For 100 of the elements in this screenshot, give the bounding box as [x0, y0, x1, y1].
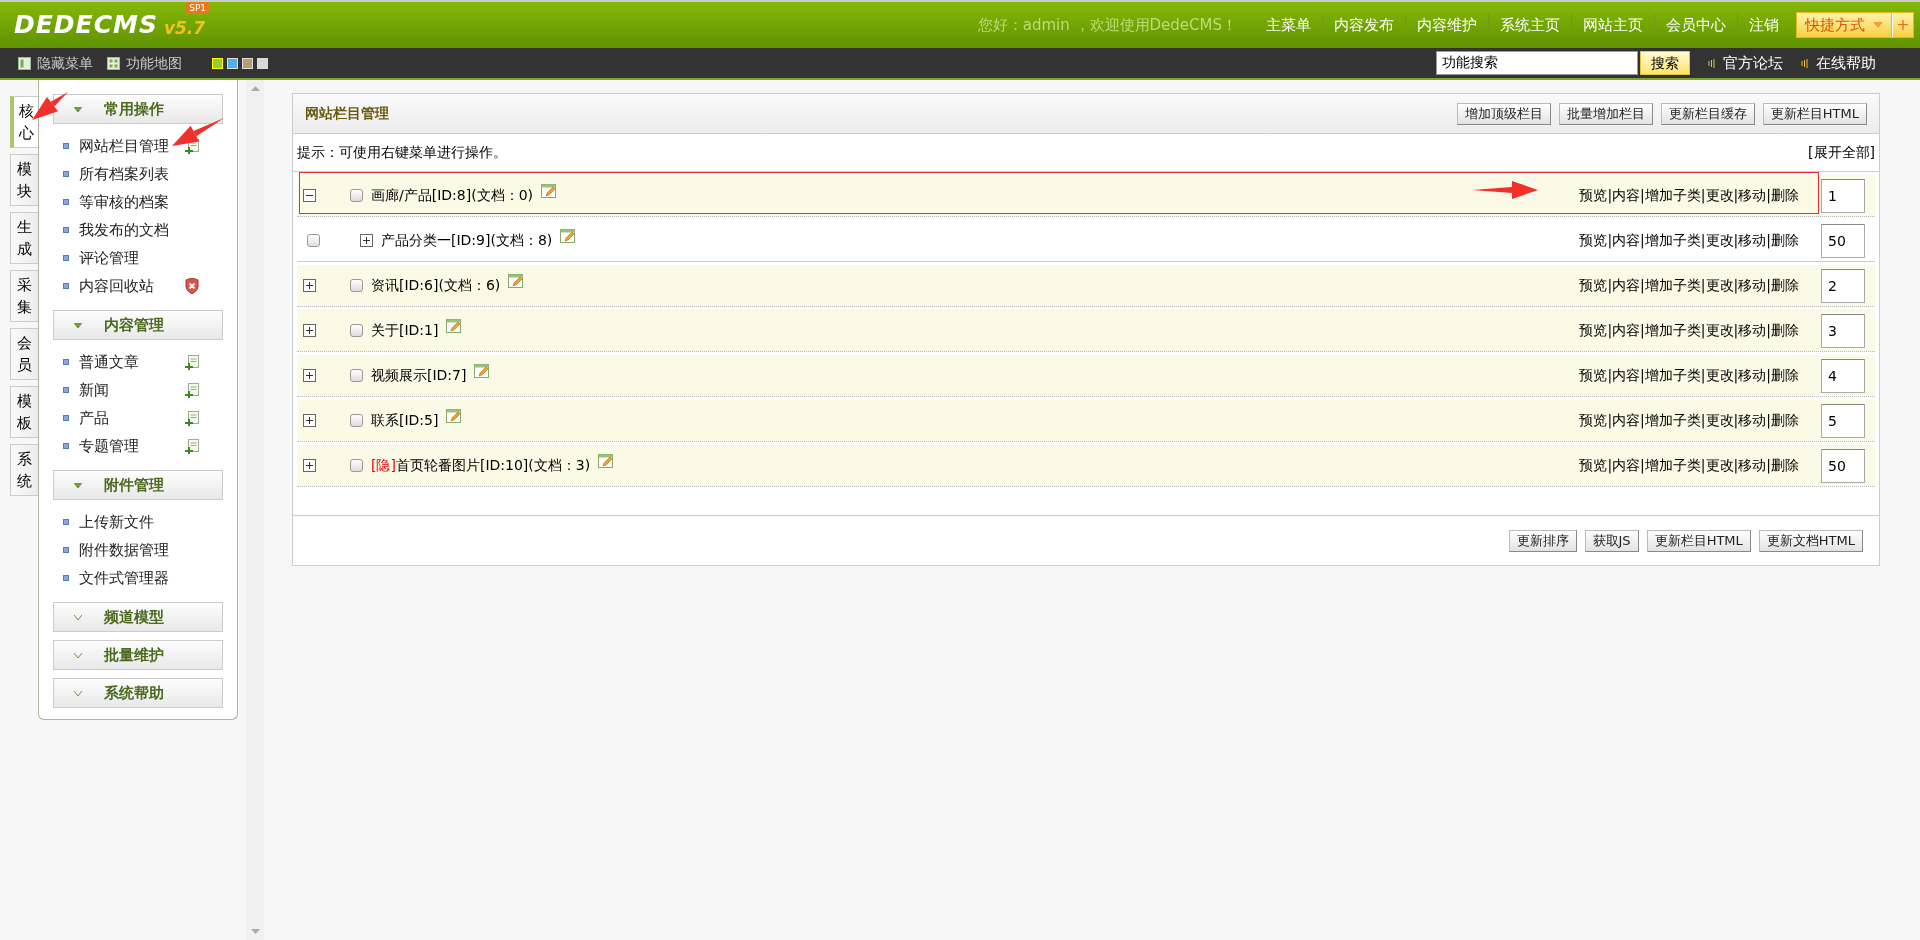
skin-swatch[interactable] [227, 57, 238, 69]
category-row[interactable]: [隐]首页轮番图片[ID:10](文档：3) 预览|内容|增加子类|更改|移动|删除 50 [297, 445, 1875, 487]
category-name[interactable]: 画廊/产品[ID:8](文档：0) [371, 185, 533, 206]
expand-all-link[interactable]: [展开全部] [1808, 142, 1875, 163]
order-field[interactable]: 5 [1821, 403, 1865, 438]
checkbox[interactable] [350, 189, 363, 202]
expand-icon[interactable] [303, 369, 316, 382]
side-tab[interactable]: 采集 [10, 270, 38, 322]
menu-item[interactable]: 文件式管理器 [79, 566, 185, 590]
expand-icon[interactable] [303, 279, 316, 292]
order-field[interactable]: 4 [1821, 358, 1865, 393]
category-row[interactable]: 视频展示[ID:7] 预览|内容|增加子类|更改|移动|删除 4 [297, 355, 1875, 397]
hide-menu-link[interactable]: 隐藏菜单 [37, 52, 93, 74]
menu-group-header[interactable]: 系统帮助 [53, 678, 223, 708]
menu-group-header[interactable]: 频道模型 [53, 602, 223, 632]
delete-shield-icon[interactable] [185, 278, 199, 294]
expand-icon[interactable] [303, 324, 316, 337]
panel-title: 网站栏目管理 [305, 104, 389, 123]
category-name[interactable]: 首页轮番图片[ID:10](文档：3) [395, 455, 591, 476]
side-tab[interactable]: 生成 [10, 212, 38, 264]
category-row[interactable]: 画廊/产品[ID:8](文档：0) 预览|内容|增加子类|更改|移动|删除 1 [297, 175, 1875, 217]
order-field[interactable]: 1 [1821, 178, 1865, 213]
expand-icon[interactable] [303, 459, 316, 472]
menu-item[interactable]: 网站栏目管理 [79, 134, 185, 158]
panel-button[interactable]: 批量增加栏目 [1558, 102, 1653, 125]
panel-button[interactable]: 获取JS [1584, 529, 1639, 552]
checkbox[interactable] [350, 414, 363, 427]
menu-item[interactable]: 附件数据管理 [79, 538, 185, 562]
menu-item[interactable]: 所有档案列表 [79, 162, 185, 186]
category-name[interactable]: 视频展示[ID:7] [371, 365, 467, 386]
menu-item[interactable]: 等审核的档案 [79, 190, 185, 214]
row-actions[interactable]: 预览|内容|增加子类|更改|移动|删除 [1579, 455, 1799, 476]
edit-icon[interactable] [560, 228, 578, 245]
row-actions[interactable]: 预览|内容|增加子类|更改|移动|删除 [1579, 185, 1799, 206]
row-actions[interactable]: 预览|内容|增加子类|更改|移动|删除 [1579, 230, 1799, 251]
category-name[interactable]: 产品分类一[ID:9](文档：8) [381, 230, 553, 251]
skin-swatch[interactable] [242, 57, 253, 69]
panel-button[interactable]: 更新排序 [1508, 529, 1577, 552]
collapse-icon[interactable] [303, 189, 316, 202]
menu-item[interactable]: 新闻 [79, 378, 185, 402]
edit-icon[interactable] [474, 363, 492, 380]
side-tab[interactable]: 核心 [10, 96, 38, 148]
search-button[interactable]: 搜索 [1640, 51, 1690, 75]
menu-group-header[interactable]: 附件管理 [53, 470, 223, 500]
category-name[interactable]: 关于[ID:1] [371, 320, 439, 341]
edit-icon[interactable] [508, 273, 526, 290]
menu-item[interactable]: 评论管理 [79, 246, 185, 270]
menu-item[interactable]: 上传新文件 [79, 510, 185, 534]
order-field[interactable]: 50 [1821, 223, 1865, 258]
order-field[interactable]: 3 [1821, 313, 1865, 348]
add-document-icon[interactable] [185, 438, 199, 454]
side-tab[interactable]: 会员 [10, 328, 38, 380]
edit-icon[interactable] [446, 408, 464, 425]
panel-button[interactable]: 更新栏目HTML [1762, 102, 1867, 125]
checkbox[interactable] [307, 234, 320, 247]
menu-group-header[interactable]: 常用操作 [53, 94, 223, 124]
side-tab[interactable]: 模块 [10, 154, 38, 206]
side-tab[interactable]: 模板 [10, 386, 38, 438]
expand-icon[interactable] [360, 234, 373, 247]
category-row[interactable]: 联系[ID:5] 预览|内容|增加子类|更改|移动|删除 5 [297, 400, 1875, 442]
panel-button[interactable]: 更新栏目HTML [1646, 529, 1751, 552]
menu-item[interactable]: 专题管理 [79, 434, 185, 458]
menu-group-header[interactable]: 内容管理 [53, 310, 223, 340]
add-document-icon[interactable] [185, 410, 199, 426]
menu-item[interactable]: 产品 [79, 406, 185, 430]
row-actions[interactable]: 预览|内容|增加子类|更改|移动|删除 [1579, 365, 1799, 386]
row-actions[interactable]: 预览|内容|增加子类|更改|移动|删除 [1579, 320, 1799, 341]
checkbox[interactable] [350, 459, 363, 472]
edit-icon[interactable] [541, 183, 558, 200]
category-row[interactable]: 关于[ID:1] 预览|内容|增加子类|更改|移动|删除 3 [297, 310, 1875, 352]
menu-item[interactable]: 我发布的文档 [79, 218, 185, 242]
add-document-icon[interactable] [185, 382, 199, 398]
edit-icon[interactable] [446, 318, 464, 335]
function-map-link[interactable]: 功能地图 [126, 52, 182, 74]
edit-icon[interactable] [598, 453, 616, 470]
category-name[interactable]: 资讯[ID:6](文档：6) [371, 275, 501, 296]
expand-icon[interactable] [303, 414, 316, 427]
menu-item[interactable]: 普通文章 [79, 350, 185, 374]
add-document-icon[interactable] [185, 354, 199, 370]
help-link[interactable]: 在线帮助 [1816, 51, 1876, 75]
skin-swatch[interactable] [257, 57, 268, 69]
checkbox[interactable] [350, 324, 363, 337]
side-tab[interactable]: 系统 [10, 444, 38, 496]
category-name[interactable]: 联系[ID:5] [371, 410, 439, 431]
checkbox[interactable] [350, 279, 363, 292]
order-field[interactable]: 50 [1821, 448, 1865, 483]
order-field[interactable]: 2 [1821, 268, 1865, 303]
panel-button[interactable]: 更新栏目缓存 [1660, 102, 1755, 125]
panel-button[interactable]: 增加顶级栏目 [1456, 102, 1551, 125]
category-row[interactable]: 资讯[ID:6](文档：6) 预览|内容|增加子类|更改|移动|删除 2 [297, 265, 1875, 307]
checkbox[interactable] [350, 369, 363, 382]
row-actions[interactable]: 预览|内容|增加子类|更改|移动|删除 [1579, 275, 1799, 296]
panel-button[interactable]: 更新文档HTML [1758, 529, 1863, 552]
panel-icon[interactable] [18, 56, 31, 70]
help-link[interactable]: 官方论坛 [1723, 51, 1783, 75]
grid-icon[interactable] [107, 56, 120, 70]
menu-item[interactable]: 内容回收站 [79, 274, 185, 298]
search-field[interactable]: 功能搜索 [1436, 51, 1638, 75]
row-actions[interactable]: 预览|内容|增加子类|更改|移动|删除 [1579, 410, 1799, 431]
menu-group-header[interactable]: 批量维护 [53, 640, 223, 670]
